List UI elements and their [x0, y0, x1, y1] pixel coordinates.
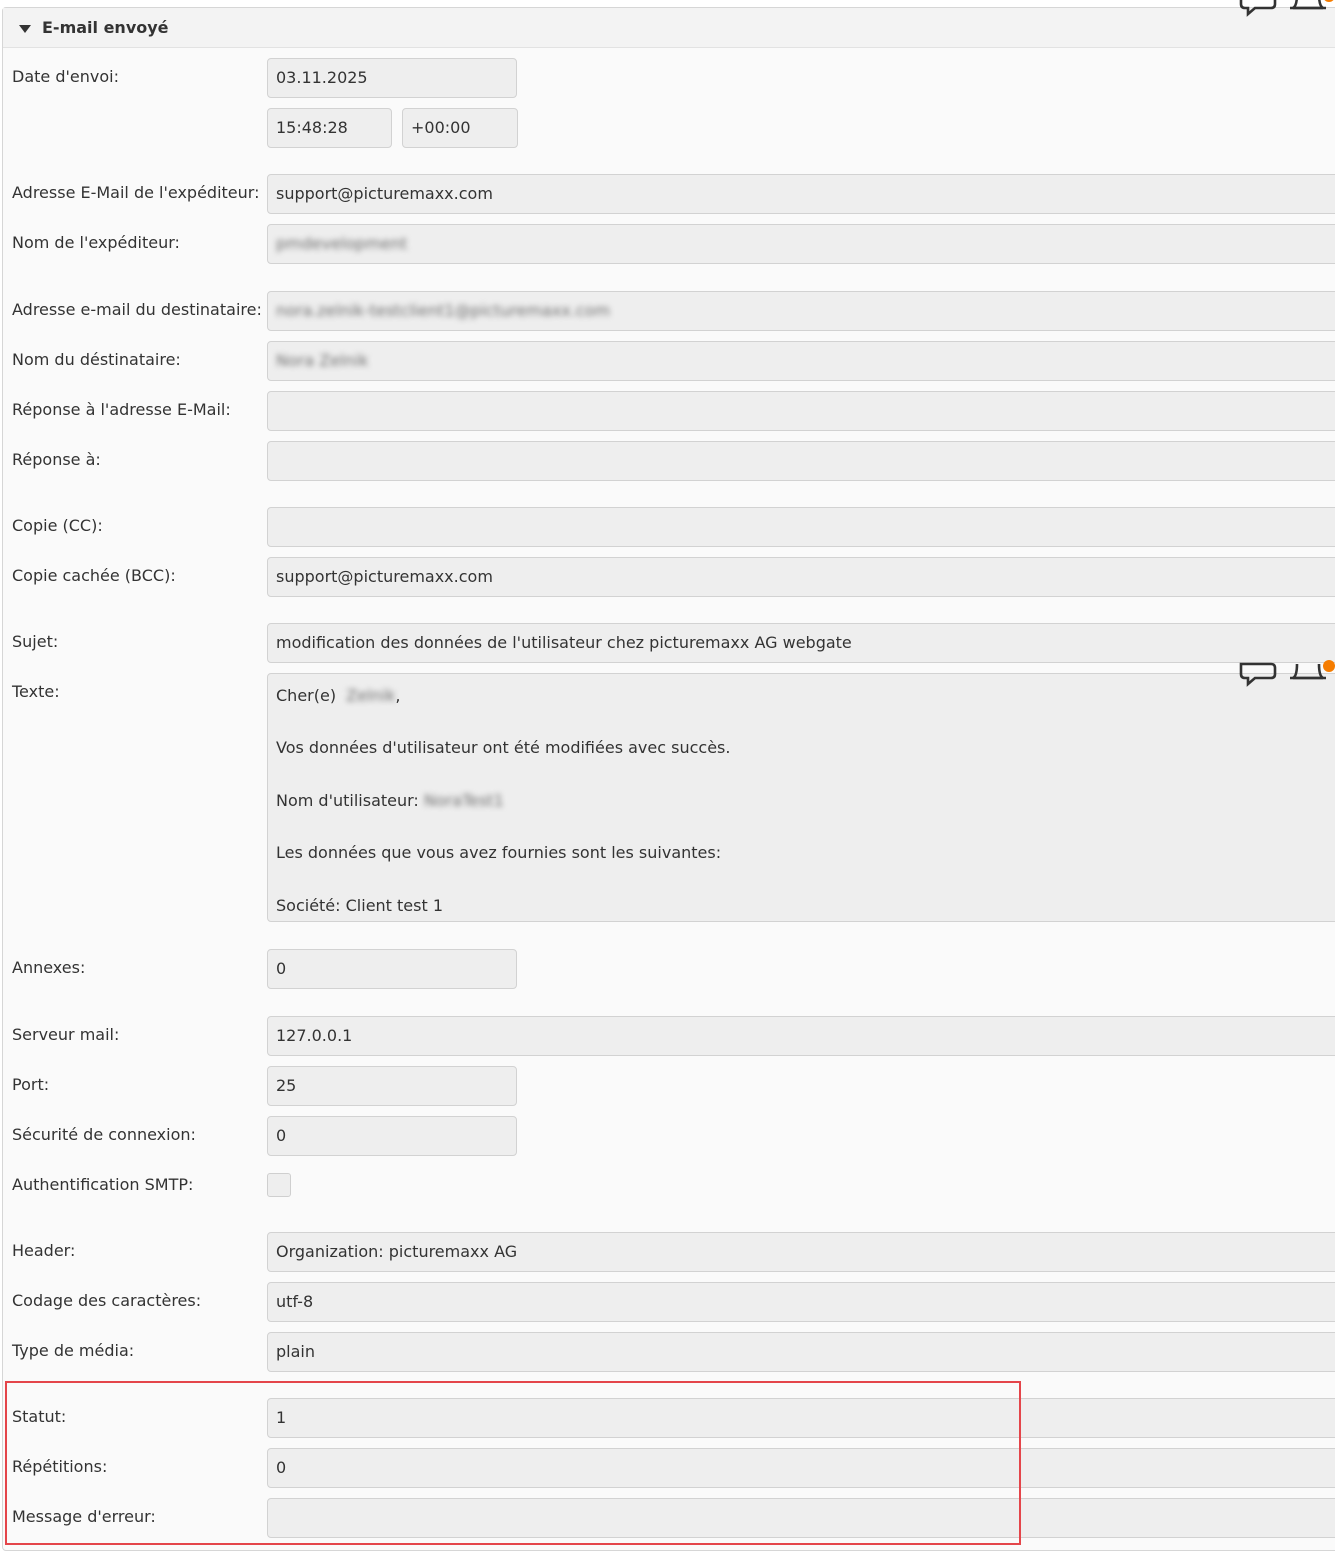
greeting-prefix: Cher(e)	[276, 686, 337, 705]
header-field[interactable]: Organization: picturemaxx AG	[267, 1232, 1335, 1272]
notification-badge	[1324, 0, 1334, 2]
text-username: Nom d'utilisateur: NoraTest1	[276, 791, 504, 810]
label-status: Statut:	[12, 1407, 67, 1426]
label-attachments: Annexes:	[12, 958, 86, 977]
charset-field[interactable]: utf-8	[267, 1282, 1335, 1322]
send-time-field[interactable]: 15:48:28	[267, 108, 392, 148]
chat-icon	[1239, 662, 1277, 687]
text-data-intro: Les données que vous avez fournies sont …	[276, 843, 722, 862]
label-error-message: Message d'erreur:	[12, 1507, 156, 1526]
repetitions-field[interactable]: 0	[267, 1448, 1335, 1488]
label-text: Texte:	[12, 682, 60, 701]
recipient-name-value: Nora Zelnik	[276, 351, 369, 370]
text-greeting: Cher(e) Zelnik,	[276, 686, 400, 705]
notification-badge	[1323, 660, 1335, 672]
bcc-field[interactable]: support@picturemaxx.com	[267, 557, 1335, 597]
label-recipient-name: Nom du déstinataire:	[12, 350, 181, 369]
text-company: Société: Client test 1	[276, 896, 444, 915]
username-label: Nom d'utilisateur:	[276, 791, 419, 810]
sender-email-field[interactable]: support@picturemaxx.com	[267, 174, 1335, 214]
timezone-field[interactable]: +00:00	[402, 108, 518, 148]
greeting-suffix: ,	[395, 686, 401, 705]
label-repetitions: Répétitions:	[12, 1457, 108, 1476]
reply-to-field[interactable]	[267, 441, 1335, 481]
chat-icon[interactable]	[1239, 0, 1277, 17]
label-subject: Sujet:	[12, 632, 59, 651]
attachments-field[interactable]: 0	[267, 949, 517, 989]
label-media-type: Type de média:	[12, 1341, 135, 1360]
connection-security-field[interactable]: 0	[267, 1116, 517, 1156]
label-mail-server: Serveur mail:	[12, 1025, 120, 1044]
text-area[interactable]: Cher(e) Zelnik, Vos données d'utilisateu…	[267, 673, 1335, 922]
reply-to-email-field[interactable]	[267, 391, 1335, 431]
label-bcc: Copie cachée (BCC):	[12, 566, 176, 585]
label-recipient-email: Adresse e-mail du destinataire:	[12, 300, 262, 319]
panel-title: E-mail envoyé	[42, 18, 169, 37]
send-date-field[interactable]: 03.11.2025	[267, 58, 517, 98]
recipient-name-field[interactable]: Nora Zelnik	[267, 341, 1335, 381]
label-sender-email: Adresse E-Mail de l'expéditeur:	[12, 183, 260, 202]
label-header: Header:	[12, 1241, 76, 1260]
status-field[interactable]: 1	[267, 1398, 1335, 1438]
recipient-email-field[interactable]: nora.zelnik-testclient1@picturemaxx.com	[267, 291, 1335, 331]
bell-icon	[1290, 663, 1326, 680]
toolbar-icons-overlay	[1239, 660, 1335, 687]
label-sender-name: Nom de l'expéditeur:	[12, 233, 180, 252]
recipient-email-value: nora.zelnik-testclient1@picturemaxx.com	[276, 301, 611, 320]
label-reply-to: Réponse à:	[12, 450, 101, 469]
label-port: Port:	[12, 1075, 50, 1094]
cc-field[interactable]	[267, 507, 1335, 547]
toolbar-icons-top	[1239, 0, 1334, 17]
text-success: Vos données d'utilisateur ont été modifi…	[276, 738, 731, 757]
subject-field[interactable]: modification des données de l'utilisateu…	[267, 623, 1335, 663]
label-reply-to-email: Réponse à l'adresse E-Mail:	[12, 400, 231, 419]
mail-server-field[interactable]: 127.0.0.1	[267, 1016, 1335, 1056]
label-smtp-auth: Authentification SMTP:	[12, 1175, 194, 1194]
label-send-date: Date d'envoi:	[12, 67, 119, 86]
sender-name-field[interactable]: pmdevelopment	[267, 224, 1335, 264]
label-connection-security: Sécurité de connexion:	[12, 1125, 196, 1144]
label-charset: Codage des caractères:	[12, 1291, 202, 1310]
sender-name-value: pmdevelopment	[276, 234, 408, 253]
panel-header[interactable]: E-mail envoyé	[3, 8, 1335, 48]
caret-down-icon[interactable]	[19, 25, 31, 33]
greeting-name: Zelnik	[346, 686, 396, 705]
username-value: NoraTest1	[423, 791, 504, 810]
error-message-field[interactable]	[267, 1498, 1335, 1538]
media-type-field[interactable]: plain	[267, 1332, 1335, 1372]
smtp-auth-checkbox[interactable]	[267, 1173, 291, 1197]
bell-icon[interactable]	[1290, 0, 1326, 10]
label-cc: Copie (CC):	[12, 516, 103, 535]
port-field[interactable]: 25	[267, 1066, 517, 1106]
